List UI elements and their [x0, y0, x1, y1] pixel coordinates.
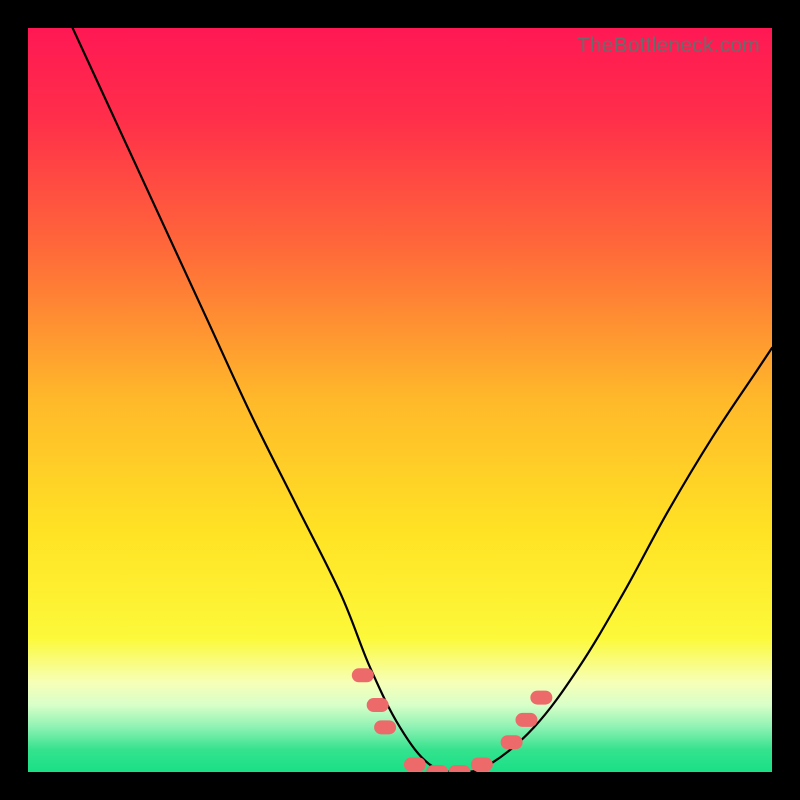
- marker-bottom-3: [449, 765, 471, 772]
- marker-left-cluster-2: [367, 698, 389, 712]
- marker-left-cluster-3: [374, 720, 396, 734]
- bottleneck-curve: [73, 28, 772, 772]
- chart-frame: TheBottleneck.com: [0, 0, 800, 800]
- marker-bottom-2: [426, 765, 448, 772]
- chart-svg: [28, 28, 772, 772]
- plot-area: TheBottleneck.com: [28, 28, 772, 772]
- marker-right-cluster-2: [515, 713, 537, 727]
- marker-group: [352, 668, 553, 772]
- marker-right-cluster-3: [530, 691, 552, 705]
- marker-bottom-1: [404, 758, 426, 772]
- marker-left-cluster-1: [352, 668, 374, 682]
- marker-right-cluster-1: [501, 735, 523, 749]
- marker-bottom-4: [471, 758, 493, 772]
